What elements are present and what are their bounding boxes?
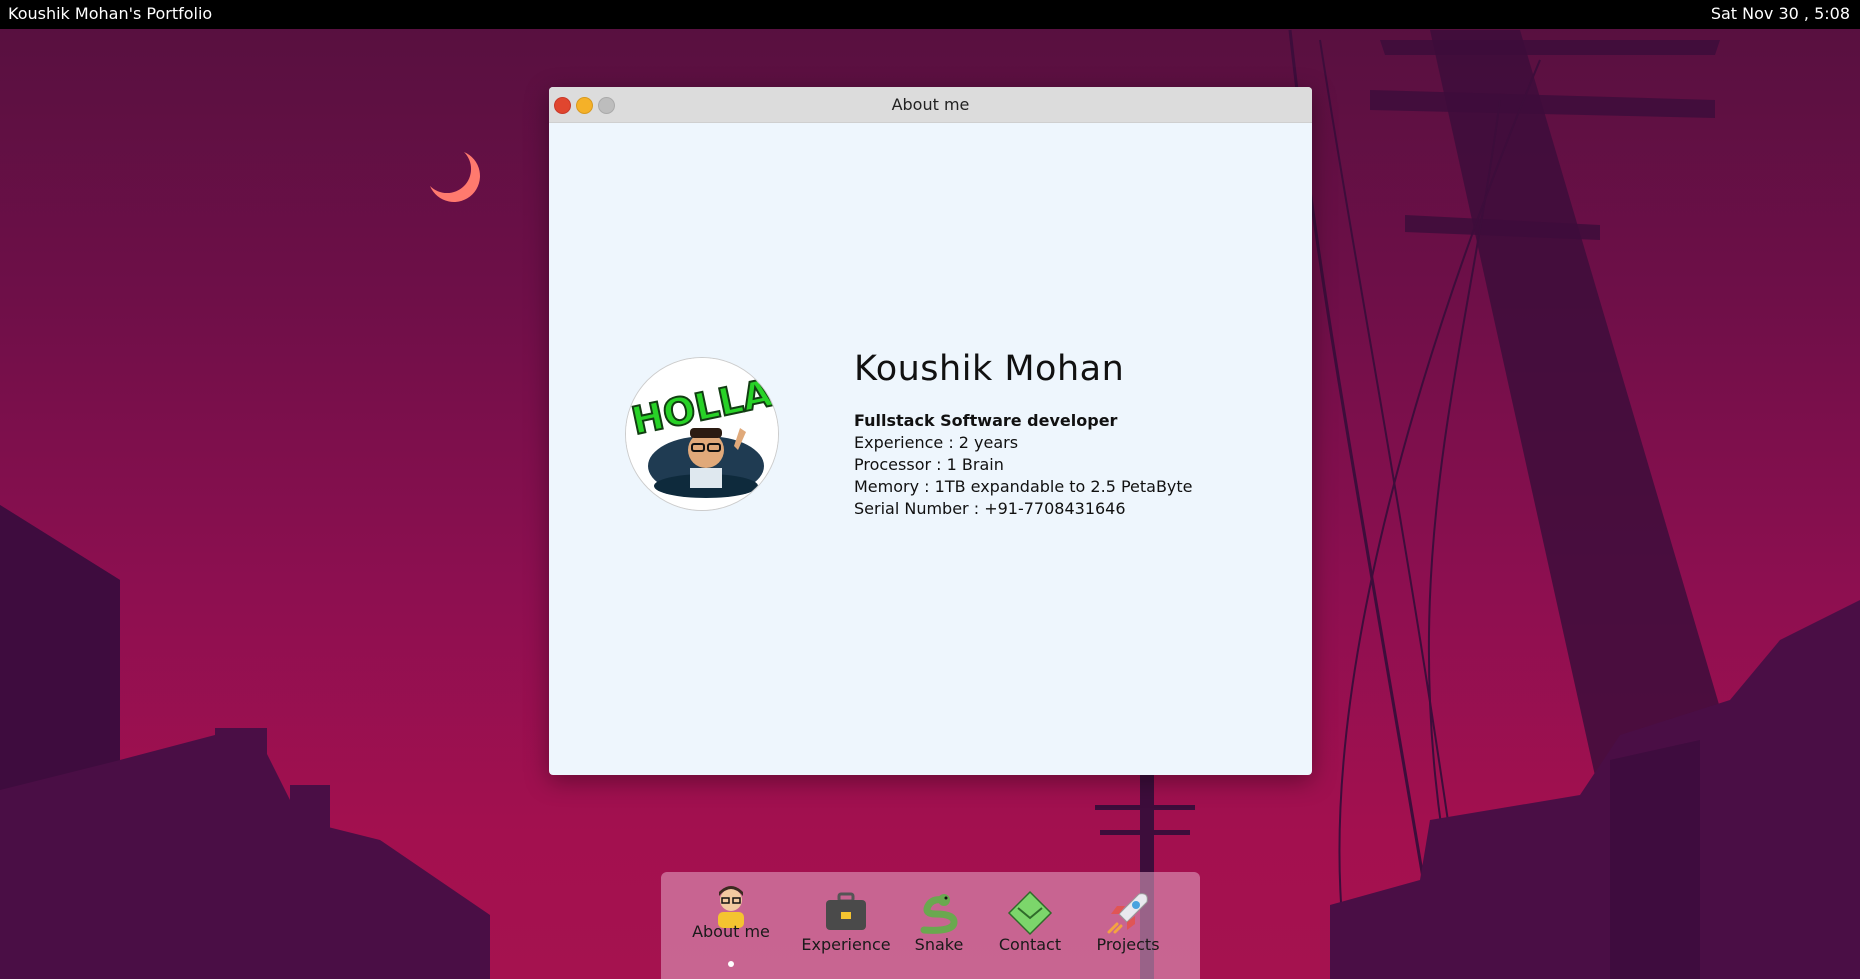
app-title: Koushik Mohan's Portfolio [8,4,213,23]
moon-icon [430,152,480,202]
dock-item-experience[interactable]: Experience [801,888,891,954]
mail-icon [1007,890,1053,936]
about-me-window: About me HOLLA Koushik Mohan Fullstack S… [549,87,1312,775]
profile-detail: Memory : 1TB expandable to 2.5 PetaByte [854,477,1193,496]
dock: About me Experience Snake Contact Projec… [661,872,1200,979]
person-icon [718,886,744,928]
snake-icon [920,894,958,934]
briefcase-icon [826,892,866,930]
dock-label: Snake [914,935,964,954]
window-title: About me [891,95,970,114]
dock-label: Projects [1096,935,1160,954]
rocket-icon [1107,893,1148,934]
menu-bar: Koushik Mohan's Portfolio Sat Nov 30 , 5… [0,0,1860,29]
dock-item-contact[interactable]: Contact [993,888,1067,954]
dock-label: Contact [998,935,1062,954]
dock-label: About me [692,922,770,941]
dock-item-snake[interactable]: Snake [904,888,974,954]
dock-item-projects[interactable]: Projects [1088,888,1168,954]
active-indicator [728,961,734,967]
avatar-image: HOLLA [626,358,778,510]
window-titlebar[interactable]: About me [549,87,1312,123]
dock-item-about-me[interactable]: About me [691,878,771,941]
clock: Sat Nov 30 , 5:08 [1710,4,1850,23]
profile-detail: Processor : 1 Brain [854,455,1004,474]
profile-info: Koushik Mohan Fullstack Software develop… [854,349,1193,521]
profile-detail: Experience : 2 years [854,433,1019,452]
profile-role: Fullstack Software developer [854,411,1118,430]
avatar: HOLLA [625,357,779,511]
profile-detail: Serial Number : +91-7708431646 [854,499,1126,518]
dock-label: Experience [801,935,891,954]
profile-name: Koushik Mohan [854,349,1125,389]
